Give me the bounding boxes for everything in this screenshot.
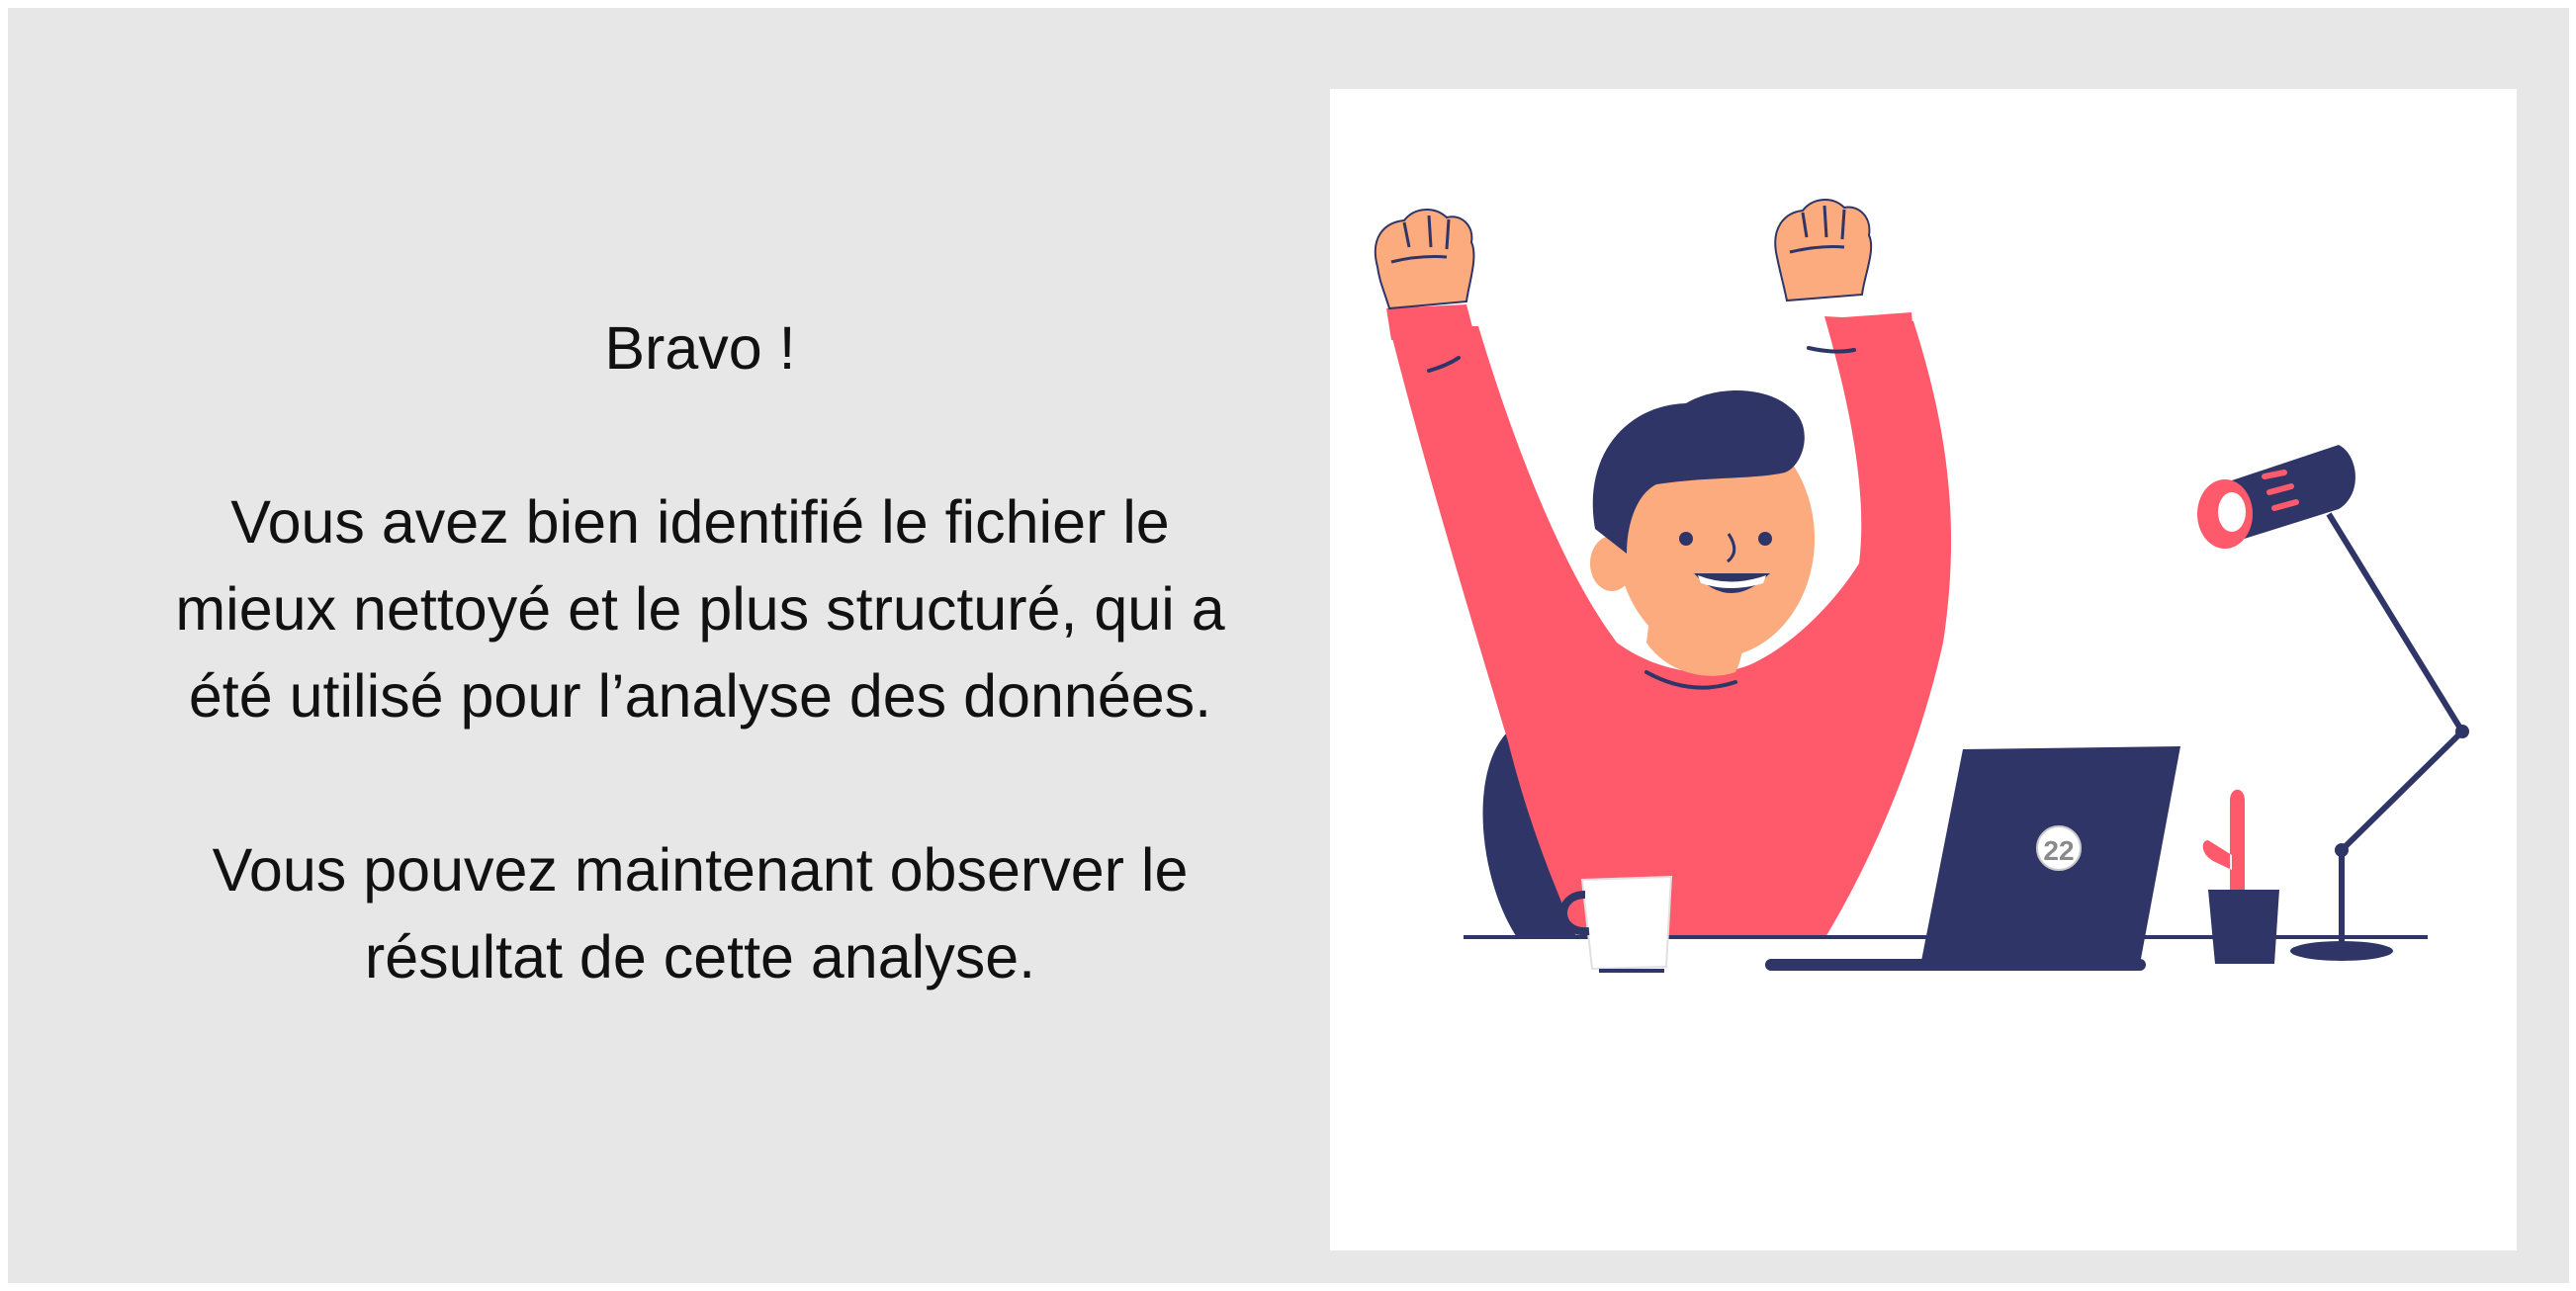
message-text: Bravo ! Vous avez bien identifié le fich… (67, 304, 1333, 1000)
lamp-shade-inner (2218, 492, 2246, 532)
lamp-arm-mid (2339, 729, 2465, 853)
plant-pot (2208, 890, 2279, 964)
celebration-illustration: 22 (1330, 89, 2517, 1250)
message-line: Vous pouvez maintenant observer le (212, 836, 1189, 904)
laptop-base (1765, 959, 2146, 971)
message-line: mieux nettoyé et le plus structuré, qui … (175, 575, 1225, 643)
lamp-arm-upper (2326, 512, 2465, 733)
right-fist (1774, 199, 1873, 302)
lamp-joint (2335, 843, 2349, 857)
eye-left (1679, 532, 1693, 546)
lamp-joint (2455, 725, 2469, 738)
slide-background: Bravo ! Vous avez bien identifié le fich… (8, 8, 2569, 1283)
message-line: été utilisé pour l’analyse des données. (188, 662, 1212, 730)
message-line: résultat de cette analyse. (364, 923, 1036, 990)
eye-right (1758, 532, 1772, 546)
illustration-svg: 22 (1374, 199, 2469, 973)
cactus (2202, 789, 2245, 890)
coffee-cup (1580, 875, 1673, 971)
laptop-sticker-text: 22 (2043, 835, 2074, 866)
ear (1590, 536, 1634, 591)
left-fist (1374, 209, 1475, 310)
message-title: Bravo ! (604, 314, 796, 382)
message-line: Vous avez bien identifié le fichier le (230, 488, 1170, 556)
